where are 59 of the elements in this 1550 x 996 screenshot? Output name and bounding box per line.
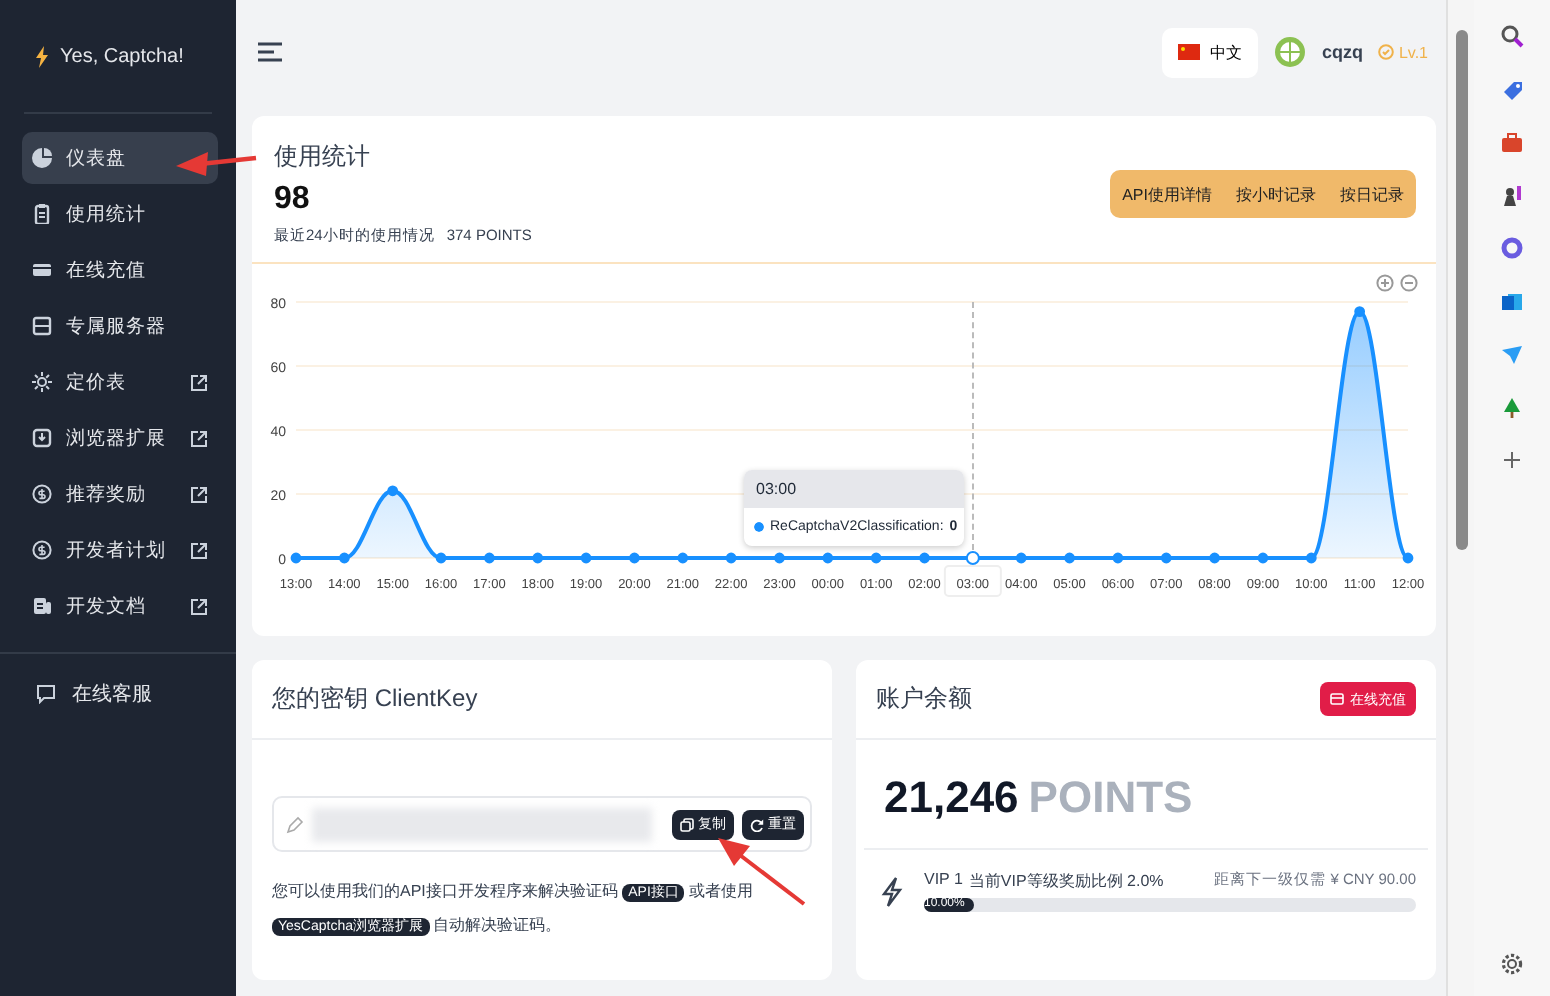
nav-item[interactable]: 仪表盘	[22, 132, 218, 184]
language-button[interactable]: 中文	[1161, 27, 1258, 77]
menu-icon[interactable]	[258, 42, 282, 62]
logo-text: Yes, Captcha!	[60, 45, 184, 67]
tooltip-title: 03:00	[744, 470, 964, 508]
vip-text: 当前VIP等级奖励比例 2.0%	[968, 870, 1164, 892]
scroll-thumb[interactable]	[1456, 30, 1468, 550]
toolbox-icon[interactable]	[1500, 130, 1524, 154]
coin-icon	[32, 484, 52, 504]
vip-level: VIP 1	[924, 870, 963, 892]
record-button[interactable]: API使用详情	[1110, 169, 1224, 217]
zoom-controls-icon[interactable]	[1376, 274, 1418, 292]
pen-icon	[286, 815, 304, 833]
chat-link[interactable]: 在线客服	[0, 654, 236, 734]
nav-item[interactable]: 开发者计划	[22, 524, 218, 576]
card-title: 账户余额	[876, 682, 972, 716]
usage-count: 98	[274, 182, 312, 218]
level-icon	[1378, 44, 1395, 60]
bolt-icon	[880, 875, 904, 907]
tree-icon[interactable]	[1500, 395, 1524, 419]
card-icon	[1330, 692, 1344, 706]
server-icon	[32, 316, 52, 336]
nav-item[interactable]: 专属服务器	[22, 300, 218, 352]
points-unit: POINTS	[1028, 772, 1193, 824]
card-icon	[32, 260, 52, 280]
scrollbar[interactable]	[1446, 0, 1474, 996]
record-button[interactable]: 按小时记录	[1224, 169, 1328, 217]
bolt-icon	[36, 45, 48, 67]
coin-icon	[32, 540, 52, 560]
tag-icon[interactable]	[1500, 77, 1524, 101]
record-button[interactable]: 按日记录	[1328, 169, 1416, 217]
copy-icon	[680, 817, 694, 831]
level-text: Lv.1	[1398, 43, 1428, 61]
clipboard-icon	[32, 204, 52, 224]
username: cqzq	[1321, 42, 1363, 62]
nav-item[interactable]: 定价表	[22, 356, 218, 408]
nav-item[interactable]: 使用统计	[22, 188, 218, 240]
document-icon	[32, 596, 52, 616]
annotation-arrow	[176, 152, 257, 176]
nav-item[interactable]: 开发文档	[22, 580, 218, 632]
ring-icon[interactable]	[1500, 236, 1524, 260]
settings-icon[interactable]	[1500, 952, 1524, 976]
download-icon	[32, 428, 52, 448]
search-icon[interactable]	[1500, 24, 1524, 48]
nav-item[interactable]: 推荐奖励	[22, 468, 218, 520]
points-amount: 21,246	[884, 772, 1019, 824]
chess-piece-icon[interactable]	[1500, 183, 1524, 207]
card-title: 您的密钥 ClientKey	[272, 682, 478, 716]
chat-icon	[36, 684, 56, 704]
flag-icon	[1177, 44, 1200, 60]
card-title: 使用统计	[274, 140, 372, 174]
legend-marker-icon	[754, 522, 764, 532]
pie-chart-icon	[32, 148, 52, 168]
nav-item[interactable]: 浏览器扩展	[22, 412, 218, 464]
refresh-icon	[750, 817, 764, 831]
paper-plane-icon[interactable]	[1500, 342, 1524, 366]
plus-icon[interactable]	[1500, 448, 1524, 472]
nav-item[interactable]: 在线充值	[22, 244, 218, 296]
sun-icon	[32, 372, 52, 392]
